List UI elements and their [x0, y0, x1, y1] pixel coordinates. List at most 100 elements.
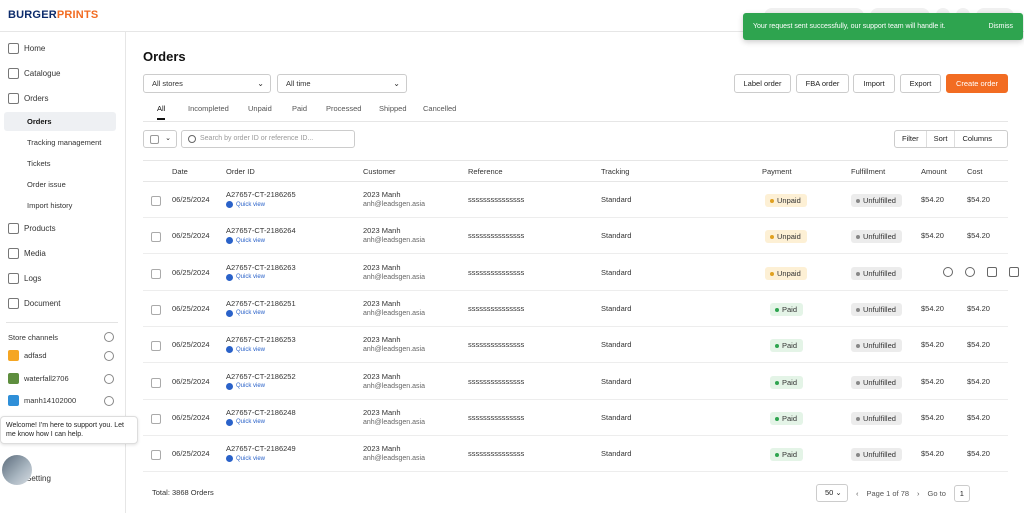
sidebar-item-home[interactable]: Home [8, 43, 45, 54]
column-header[interactable]: Order ID [226, 167, 255, 176]
customer-cell: 2023 Manh anh@leadsgen.asia [363, 372, 425, 390]
row-checkbox[interactable] [151, 413, 161, 424]
store-item[interactable]: manh14102000 [8, 395, 114, 406]
bulk-select-dropdown[interactable]: ⌄ [143, 130, 177, 148]
order-id-link[interactable]: A27657-CT-2186249 [226, 444, 296, 453]
sidebar-item-catalogue[interactable]: Catalogue [8, 68, 60, 79]
store-filter-select[interactable]: All stores ⌄ [143, 74, 271, 93]
sidebar-sub-tickets[interactable]: Tickets [4, 154, 116, 173]
tab-processed[interactable]: Processed [326, 104, 361, 118]
tab-paid[interactable]: Paid [292, 104, 307, 118]
column-header[interactable]: Payment [762, 167, 792, 176]
quick-view-link[interactable]: Quick view [226, 418, 296, 426]
order-id-link[interactable]: A27657-CT-2186252 [226, 372, 296, 381]
gear-icon[interactable] [104, 350, 114, 361]
table-row[interactable]: 06/25/2024 A27657-CT-2186265 Quick view … [143, 182, 1008, 218]
row-checkbox[interactable] [151, 304, 161, 315]
sort-button[interactable]: Sort [927, 131, 956, 147]
column-header[interactable]: Date [172, 167, 188, 176]
quick-view-link[interactable]: Quick view [226, 201, 296, 208]
tracking-cell: Standard [601, 340, 632, 350]
row-checkbox[interactable] [151, 196, 161, 206]
quick-view-link[interactable]: Quick view [226, 382, 296, 390]
fulfillment-status-badge: Unfulfilled [851, 194, 902, 207]
create-order-button[interactable]: Create order [946, 74, 1008, 93]
edit-icon[interactable] [987, 266, 997, 277]
row-checkbox[interactable] [151, 232, 161, 243]
filter-button[interactable]: Filter [895, 131, 927, 147]
sidebar-sub-order-issue[interactable]: Order issue [4, 175, 116, 194]
column-header[interactable]: Reference [468, 167, 503, 176]
sidebar-item-orders[interactable]: Orders [8, 93, 48, 104]
table-row[interactable]: 06/25/2024 A27657-CT-2186249 Quick view … [143, 436, 1008, 473]
sidebar-sub-import-history[interactable]: Import history [4, 196, 116, 215]
gear-icon[interactable] [104, 373, 114, 384]
gear-icon[interactable] [104, 395, 114, 406]
toast-dismiss-button[interactable]: Dismiss [989, 23, 1014, 30]
quick-view-link[interactable]: Quick view [226, 237, 296, 245]
sidebar-item-logs[interactable]: Logs [8, 273, 41, 284]
column-header[interactable]: Tracking [601, 167, 629, 176]
table-row[interactable]: 06/25/2024 A27657-CT-2186248 Quick view … [143, 400, 1008, 436]
column-header[interactable]: Fulfillment [851, 167, 885, 176]
sidebar-item-media[interactable]: Media [8, 248, 46, 259]
row-checkbox[interactable] [151, 341, 161, 352]
label-order-button[interactable]: Label order [734, 74, 791, 93]
add-store-icon[interactable] [104, 332, 114, 342]
page-size-select[interactable]: 50 ⌄ [816, 484, 848, 502]
store-item[interactable]: waterfall2706 [8, 373, 114, 384]
order-id-link[interactable]: A27657-CT-2186253 [226, 335, 296, 344]
sidebar-item-document[interactable]: Document [8, 298, 60, 309]
quick-view-link[interactable]: Quick view [226, 346, 296, 354]
column-header[interactable]: Amount [921, 167, 947, 176]
sidebar-sub-tracking[interactable]: Tracking management [4, 133, 116, 152]
table-row[interactable]: 06/25/2024 A27657-CT-2186264 Quick view … [143, 218, 1008, 255]
fba-order-button[interactable]: FBA order [796, 74, 849, 93]
support-avatar[interactable] [2, 455, 32, 485]
tab-shipped[interactable]: Shipped [379, 104, 407, 118]
store-item[interactable]: adfasd [8, 350, 114, 361]
tab-incompleted[interactable]: Incompleted [188, 104, 229, 118]
delete-icon[interactable] [1009, 266, 1019, 277]
time-filter-select[interactable]: All time ⌄ [277, 74, 407, 93]
page-info: Page 1 of 78 [866, 488, 910, 498]
row-checkbox[interactable] [151, 377, 161, 388]
goto-page-input[interactable]: 1 [953, 484, 970, 502]
column-header[interactable]: Cost [967, 167, 982, 176]
export-button[interactable]: Export [900, 74, 941, 93]
sidebar-item-products[interactable]: Products [8, 223, 56, 234]
quick-view-link[interactable]: Quick view [226, 309, 296, 317]
support-chat-bubble[interactable]: Welcome! I'm here to support you. Let me… [0, 416, 138, 444]
row-checkbox[interactable] [151, 450, 161, 461]
table-row[interactable]: 06/25/2024 A27657-CT-2186253 Quick view … [143, 327, 1008, 364]
cost-cell: $54.20 [967, 303, 990, 313]
next-page-icon[interactable]: › [917, 489, 920, 498]
table-row[interactable]: 06/25/2024 A27657-CT-2186251 Quick view … [143, 291, 1008, 327]
tab-cancelled[interactable]: Cancelled [423, 104, 456, 118]
order-id-link[interactable]: A27657-CT-2186248 [226, 408, 296, 417]
fulfillment-status-badge: Unfulfilled [851, 448, 902, 462]
charge-icon[interactable] [943, 266, 953, 277]
sidebar-sub-orders[interactable]: Orders [4, 112, 116, 131]
quick-view-link[interactable]: Quick view [226, 273, 296, 281]
row-checkbox[interactable] [151, 268, 161, 279]
import-button[interactable]: Import [853, 74, 895, 93]
quick-view-link[interactable]: Quick view [226, 455, 296, 463]
document-icon [8, 298, 19, 309]
column-header[interactable]: Customer [363, 167, 396, 176]
brand-logo[interactable]: BURGERPRINTS [8, 9, 98, 21]
history-icon[interactable] [965, 266, 975, 277]
select-all-checkbox[interactable] [150, 135, 159, 144]
prev-page-icon[interactable]: ‹ [856, 489, 859, 498]
tab-all[interactable]: All [157, 104, 166, 120]
eye-icon [226, 346, 233, 354]
table-row[interactable]: 06/25/2024 A27657-CT-2186263 Quick view … [143, 255, 1019, 291]
order-id-link[interactable]: A27657-CT-2186251 [226, 299, 296, 308]
order-id-link[interactable]: A27657-CT-2186264 [226, 226, 296, 235]
table-row[interactable]: 06/25/2024 A27657-CT-2186252 Quick view … [143, 364, 1008, 400]
search-input[interactable]: Search by order ID or reference ID... [181, 130, 355, 148]
columns-button[interactable]: Columns [955, 131, 999, 147]
tab-unpaid[interactable]: Unpaid [248, 104, 272, 118]
order-id-link[interactable]: A27657-CT-2186263 [226, 263, 296, 272]
order-id-link[interactable]: A27657-CT-2186265 [226, 190, 296, 199]
